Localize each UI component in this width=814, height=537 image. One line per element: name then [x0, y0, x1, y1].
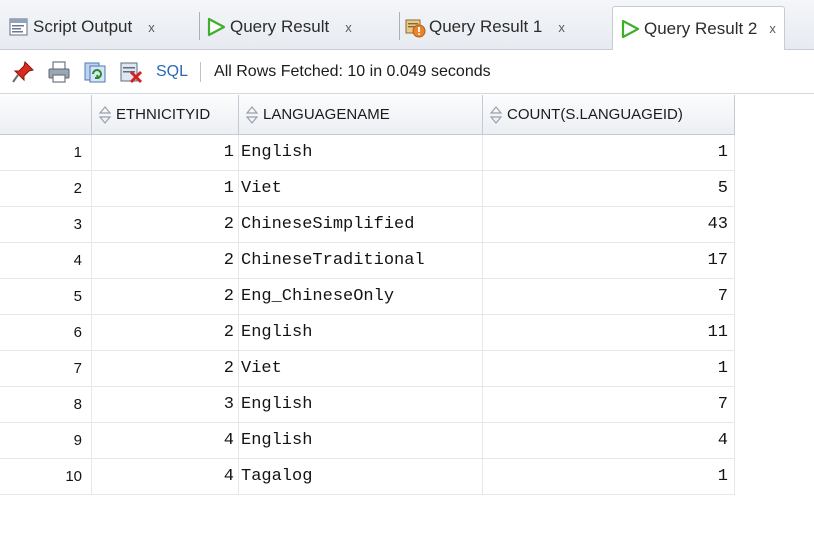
tab-label: Query Result [230, 17, 330, 36]
cell-ethnicityid[interactable]: 3 [92, 387, 239, 423]
cell-ethnicityid[interactable]: 2 [92, 315, 239, 351]
table-row[interactable]: 8 3 English 7 [0, 387, 814, 423]
table-row[interactable]: 5 2 Eng_ChineseOnly 7 [0, 279, 814, 315]
table-row[interactable]: 10 4 Tagalog 1 [0, 459, 814, 495]
script-output-icon [8, 16, 30, 38]
row-number: 9 [0, 423, 92, 459]
cell-ethnicityid[interactable]: 2 [92, 351, 239, 387]
row-number: 2 [0, 171, 92, 207]
cell-count[interactable]: 7 [483, 279, 735, 315]
run-arrow-icon [619, 18, 641, 40]
cell-count[interactable]: 5 [483, 171, 735, 207]
row-number: 4 [0, 243, 92, 279]
table-row[interactable]: 3 2 ChineseSimplified 43 [0, 207, 814, 243]
column-header-label: COUNT(S.LANGUAGEID) [507, 106, 683, 123]
tab-script-output[interactable]: Script Output x [8, 8, 155, 46]
cell-ethnicityid[interactable]: 2 [92, 279, 239, 315]
fetch-status-text: All Rows Fetched: 10 in 0.049 seconds [214, 62, 491, 80]
table-row[interactable]: 2 1 Viet 5 [0, 171, 814, 207]
refresh-icon[interactable] [82, 59, 108, 85]
column-header-languagename[interactable]: LANGUAGENAME [239, 95, 483, 135]
run-arrow-icon [205, 16, 227, 38]
cell-count[interactable]: 7 [483, 387, 735, 423]
tab-label: Query Result 2 [644, 18, 758, 38]
row-number: 5 [0, 279, 92, 315]
pin-icon[interactable] [10, 59, 36, 85]
cell-languagename[interactable]: Viet [239, 351, 483, 387]
cell-languagename[interactable]: ChineseSimplified [239, 207, 483, 243]
row-number: 8 [0, 387, 92, 423]
cell-ethnicityid[interactable]: 1 [92, 171, 239, 207]
results-tab-strip: Script Output x Query Result x Query Res… [0, 0, 814, 50]
row-number: 1 [0, 135, 92, 171]
row-number: 6 [0, 315, 92, 351]
cell-count[interactable]: 1 [483, 351, 735, 387]
grid-header-row: ETHNICITYID LANGUAGENAME COUNT(S.LANGUAG… [0, 95, 814, 135]
tab-query-result-2[interactable]: Query Result 2 x [612, 6, 785, 50]
cell-languagename[interactable]: English [239, 135, 483, 171]
cell-languagename[interactable]: English [239, 387, 483, 423]
cell-languagename[interactable]: English [239, 315, 483, 351]
cell-count[interactable]: 4 [483, 423, 735, 459]
cell-languagename[interactable]: Viet [239, 171, 483, 207]
table-row[interactable]: 7 2 Viet 1 [0, 351, 814, 387]
results-grid: ETHNICITYID LANGUAGENAME COUNT(S.LANGUAG… [0, 95, 814, 495]
row-number-header [0, 95, 92, 135]
cell-ethnicityid[interactable]: 2 [92, 243, 239, 279]
tab-close-icon[interactable]: x [148, 20, 155, 35]
table-row[interactable]: 4 2 ChineseTraditional 17 [0, 243, 814, 279]
row-number: 7 [0, 351, 92, 387]
cell-count[interactable]: 17 [483, 243, 735, 279]
column-header-label: ETHNICITYID [116, 106, 211, 123]
cell-count[interactable]: 43 [483, 207, 735, 243]
tab-close-icon[interactable]: x [769, 21, 776, 36]
cell-ethnicityid[interactable]: 1 [92, 135, 239, 171]
cell-ethnicityid[interactable]: 4 [92, 423, 239, 459]
cell-count[interactable]: 1 [483, 459, 735, 495]
tab-divider [199, 12, 200, 40]
table-row[interactable]: 6 2 English 11 [0, 315, 814, 351]
sort-arrows-icon [98, 105, 112, 125]
tab-label: Query Result 1 [429, 17, 543, 36]
cell-languagename[interactable]: Tagalog [239, 459, 483, 495]
sort-arrows-icon [489, 105, 503, 125]
cell-languagename[interactable]: ChineseTraditional [239, 243, 483, 279]
sort-arrows-icon [245, 105, 259, 125]
export-icon[interactable] [118, 59, 144, 85]
column-header-ethnicityid[interactable]: ETHNICITYID [92, 95, 239, 135]
tab-query-result[interactable]: Query Result x [205, 8, 352, 46]
cell-languagename[interactable]: Eng_ChineseOnly [239, 279, 483, 315]
tab-close-icon[interactable]: x [558, 20, 565, 35]
query-warning-icon [404, 16, 426, 38]
sql-button[interactable]: SQL [156, 63, 188, 81]
column-header-count[interactable]: COUNT(S.LANGUAGEID) [483, 95, 735, 135]
table-row[interactable]: 1 1 English 1 [0, 135, 814, 171]
cell-languagename[interactable]: English [239, 423, 483, 459]
cell-ethnicityid[interactable]: 2 [92, 207, 239, 243]
tab-divider [399, 12, 400, 40]
toolbar-divider [200, 61, 202, 82]
cell-count[interactable]: 1 [483, 135, 735, 171]
row-number: 10 [0, 459, 92, 495]
results-toolbar: SQL All Rows Fetched: 10 in 0.049 second… [0, 50, 814, 94]
cell-count[interactable]: 11 [483, 315, 735, 351]
row-number: 3 [0, 207, 92, 243]
tab-label: Script Output [33, 17, 133, 36]
cell-ethnicityid[interactable]: 4 [92, 459, 239, 495]
column-header-label: LANGUAGENAME [263, 106, 390, 123]
tab-close-icon[interactable]: x [345, 20, 352, 35]
tab-query-result-1[interactable]: Query Result 1 x [404, 8, 565, 46]
print-icon[interactable] [46, 59, 72, 85]
table-row[interactable]: 9 4 English 4 [0, 423, 814, 459]
